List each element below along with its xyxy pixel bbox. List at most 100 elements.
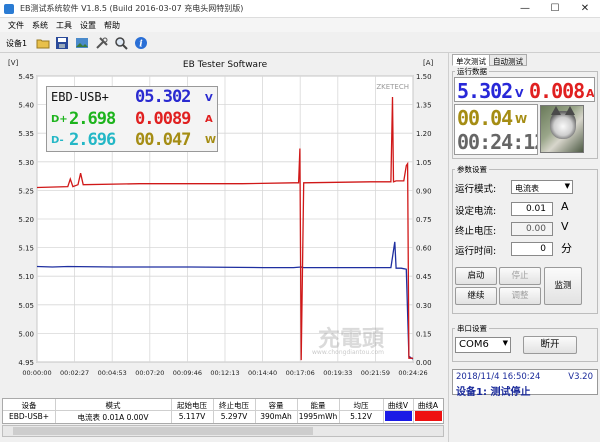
menu-file[interactable]: 文件 (8, 20, 24, 31)
tab-auto-test[interactable]: 自动测试 (489, 54, 527, 66)
y-tick-left: 5.15 (18, 245, 34, 253)
start-button[interactable]: 启动 (455, 267, 497, 285)
chart-title: EB Tester Software (183, 60, 268, 70)
col-header-mode[interactable]: 模式 (55, 400, 171, 411)
voltage-readout: 5.302 (457, 79, 513, 102)
watermark-url: www.chongdiantou.com (312, 349, 384, 356)
stop-voltage-input[interactable]: 0.00 (511, 222, 553, 236)
y-tick-left: 5.40 (18, 102, 34, 110)
run-time-label: 运行时间: (455, 246, 497, 257)
run-time-input[interactable]: 0 (511, 242, 553, 256)
power-unit: W (515, 113, 528, 126)
app-window: EB测试系统软件 V1.8.5 (Build 2016-03-07 充电头网特别… (0, 0, 600, 442)
curve-a-swatch[interactable] (415, 411, 442, 421)
overlay-power: 00.047 (135, 130, 191, 150)
overlay-voltage: 05.302 (135, 87, 191, 107)
monitor-button[interactable]: 监测 (544, 267, 582, 305)
cell-start-voltage[interactable]: 5.117V (171, 412, 213, 421)
overlay-device-name: EBD-USB+ (51, 90, 109, 104)
stop-button[interactable]: 停止 (499, 267, 541, 285)
x-tick: 00:04:53 (98, 369, 127, 377)
tools-icon[interactable] (95, 36, 109, 50)
col-header-capacity[interactable]: 容量 (255, 400, 297, 411)
col-header-start-voltage[interactable]: 起始电压 (171, 400, 213, 411)
set-current-unit: A (561, 200, 569, 213)
voltage-current-display: 5.302 V 0.008 A (454, 77, 595, 102)
menu-settings[interactable]: 设置 (80, 20, 96, 31)
adjust-button[interactable]: 调整 (499, 287, 541, 305)
y-tick-left: 5.45 (18, 73, 34, 81)
y-tick-right: 1.20 (416, 130, 432, 138)
port-select[interactable]: COM6 ▼ (455, 337, 511, 353)
image-icon[interactable] (75, 36, 89, 50)
cell-end-voltage[interactable]: 5.297V (213, 412, 255, 421)
mode-select-value: 电流表 (515, 184, 539, 193)
overlay-dminus-label: D- (51, 135, 64, 146)
close-button[interactable]: ✕ (570, 0, 600, 18)
tab-single-test[interactable]: 单次测试 (452, 54, 490, 66)
continue-button[interactable]: 继续 (455, 287, 497, 305)
y-tick-right: 0.30 (416, 302, 432, 310)
toolbar: 设备1 i (0, 33, 600, 53)
cell-device[interactable]: EBD-USB+ (3, 412, 55, 421)
overlay-current: 0.0089 (135, 109, 191, 129)
y-tick-right: 0.15 (416, 330, 432, 338)
maximize-button[interactable]: ☐ (540, 0, 570, 18)
menu-help[interactable]: 帮助 (104, 20, 120, 31)
cell-avg-voltage[interactable]: 5.12V (339, 412, 383, 421)
search-icon[interactable] (114, 36, 128, 50)
y-tick-right: 0.90 (416, 187, 432, 195)
menu-tools[interactable]: 工具 (56, 20, 72, 31)
y-tick-left: 5.35 (18, 130, 34, 138)
port-select-value: COM6 (459, 339, 489, 350)
overlay-current-unit: A (205, 114, 213, 125)
device-label[interactable]: 设备1 (6, 38, 27, 49)
set-current-label: 设定电流: (455, 206, 497, 217)
power-time-display: 00.04 W 00:24:12 (454, 104, 538, 155)
y-tick-left: 5.10 (18, 273, 34, 281)
info-icon[interactable]: i (134, 36, 148, 50)
y-tick-left: 5.30 (18, 159, 34, 167)
overlay-dplus-label: D+ (51, 114, 68, 125)
col-header-curve-v[interactable]: 曲线V (383, 400, 413, 411)
col-header-device[interactable]: 设备 (3, 400, 55, 411)
stop-voltage-unit: V (561, 220, 569, 233)
x-tick: 00:24:26 (398, 369, 427, 377)
x-tick: 00:12:13 (210, 369, 239, 377)
scrollbar-thumb[interactable] (13, 427, 313, 435)
col-header-avg-voltage[interactable]: 均压 (339, 400, 383, 411)
y-tick-right: 0.00 (416, 359, 432, 367)
minimize-button[interactable]: — (510, 0, 540, 18)
menu-system[interactable]: 系统 (32, 20, 48, 31)
mode-select[interactable]: 电流表 ▼ (511, 180, 573, 194)
x-tick: 00:17:06 (286, 369, 315, 377)
y-tick-left: 4.95 (18, 359, 34, 367)
cell-capacity[interactable]: 390mAh (255, 412, 297, 421)
title-bar: EB测试系统软件 V1.8.5 (Build 2016-03-07 充电头网特别… (0, 0, 600, 18)
right-panel: 单次测试 自动测试 运行数据 5.302 V 0.008 A 00.04 W 0… (448, 53, 600, 442)
save-icon[interactable] (55, 36, 69, 50)
y-tick-left: 5.20 (18, 216, 34, 224)
run-time-unit: 分 (561, 242, 572, 255)
overlay-power-unit: W (205, 135, 217, 146)
y-tick-right: 0.75 (416, 216, 432, 224)
disconnect-button[interactable]: 断开 (523, 336, 577, 354)
mode-label: 运行模式: (455, 184, 497, 195)
status-text: 设备1: 测试停止 (456, 387, 531, 398)
cell-mode[interactable]: 电流表 0.01A 0.00V (55, 412, 171, 423)
table-horizontal-scrollbar[interactable] (2, 425, 444, 437)
col-header-curve-a[interactable]: 曲线A (413, 400, 443, 411)
curve-v-swatch[interactable] (385, 411, 412, 421)
col-header-end-voltage[interactable]: 终止电压 (213, 400, 255, 411)
eb-overlay-panel: EBD-USB+ 05.302 V D+ 2.698 0.0089 A D- 2… (46, 86, 218, 152)
open-folder-icon[interactable] (36, 36, 50, 50)
cell-energy[interactable]: 1995mWh (297, 412, 339, 421)
col-header-energy[interactable]: 能量 (297, 400, 339, 411)
y-tick-right: 0.60 (416, 245, 432, 253)
chevron-down-icon: ▼ (502, 339, 508, 347)
y-tick-right: 1.35 (416, 102, 432, 110)
y-tick-right: 1.50 (416, 73, 432, 81)
x-tick: 00:07:20 (135, 369, 164, 377)
set-current-input[interactable]: 0.01 (511, 202, 553, 216)
power-readout: 00.04 (457, 106, 513, 130)
